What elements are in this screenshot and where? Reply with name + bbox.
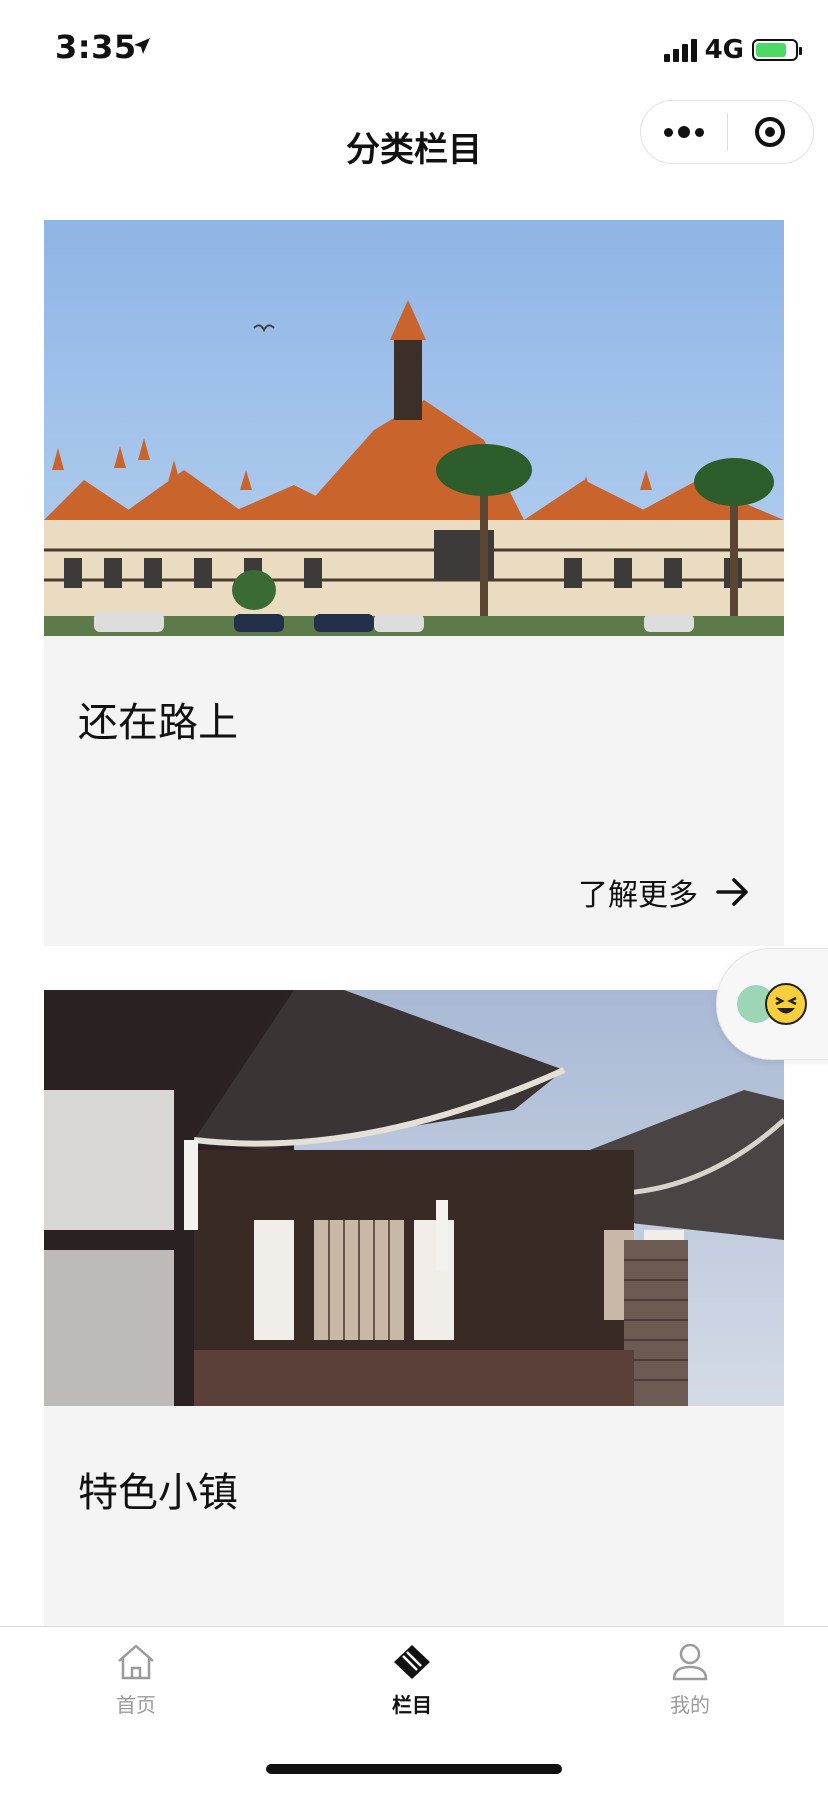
location-arrow-icon — [134, 38, 150, 54]
tab-label: 栏目 — [392, 1693, 432, 1717]
card-title: 特色小镇 — [78, 1470, 238, 1516]
laughing-emoji-icon — [765, 983, 807, 1025]
status-indicators: 4G — [663, 35, 802, 65]
close-mini-program-icon[interactable] — [728, 101, 814, 163]
tab-column[interactable]: 栏目 — [342, 1641, 482, 1718]
status-time: 3:35 — [55, 28, 137, 66]
tab-label: 我的 — [670, 1693, 710, 1717]
learn-more-link[interactable]: 了解更多 — [578, 870, 750, 914]
status-bar: 3:35 4G — [0, 0, 828, 100]
signal-icon — [663, 38, 697, 62]
card-image-hanok — [44, 990, 784, 1406]
battery-icon — [752, 39, 802, 61]
tab-label: 首页 — [116, 1693, 156, 1717]
category-list: 还在路上 了解更多 特色小镇 — [44, 220, 784, 1734]
arrow-right-icon — [716, 878, 748, 906]
home-icon — [118, 1644, 154, 1680]
network-label: 4G — [704, 35, 744, 65]
nav-bar: 分类栏目 — [0, 100, 828, 188]
tab-mine[interactable]: 我的 — [620, 1641, 760, 1718]
floating-assistant-bubble[interactable] — [716, 948, 828, 1060]
tab-home[interactable]: 首页 — [66, 1641, 206, 1718]
category-card[interactable]: 还在路上 了解更多 — [44, 220, 784, 946]
mini-program-capsule — [640, 100, 814, 164]
home-indicator[interactable] — [266, 1764, 562, 1774]
card-title: 还在路上 — [78, 700, 238, 746]
learn-more-label: 了解更多 — [578, 878, 698, 913]
category-card[interactable]: 特色小镇 — [44, 990, 784, 1690]
card-image-museum — [44, 220, 784, 636]
user-icon — [672, 1643, 708, 1681]
more-menu-icon[interactable] — [641, 101, 727, 163]
column-icon — [394, 1645, 430, 1679]
